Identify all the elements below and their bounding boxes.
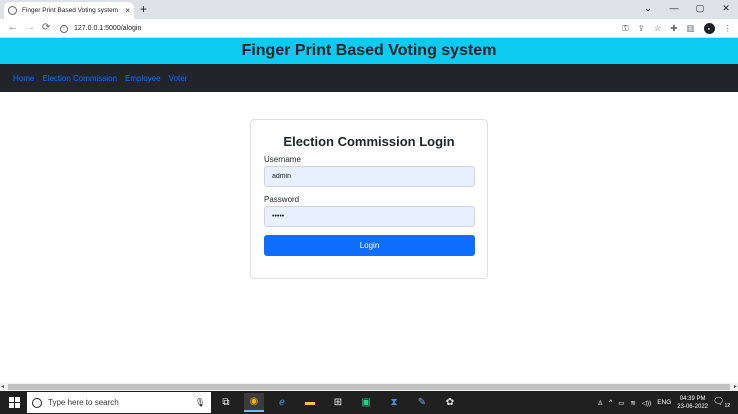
battery-icon[interactable]: ▭	[618, 399, 624, 407]
back-arrow-icon[interactable]: ←	[8, 21, 18, 35]
url-text[interactable]: 127.0.0.1:5000/alogin	[74, 25, 141, 32]
notepad-app-icon[interactable]: ✎	[412, 393, 432, 412]
notification-icon[interactable]: 🗨︎12	[713, 396, 730, 409]
username-field[interactable]	[264, 166, 475, 187]
tab-close-icon[interactable]: ×	[125, 6, 130, 15]
taskbar-search[interactable]: Type here to search 🎙︎	[27, 392, 211, 413]
nav-link-employee[interactable]: Employee	[125, 74, 161, 83]
taskbar-apps: ⧉ ◉ ℯ ▬ ⊞ ▣ ⧗ ✎ ✿	[216, 391, 460, 414]
search-icon	[32, 397, 42, 408]
vscode-app-icon[interactable]: ⧗	[384, 393, 404, 412]
menu-icon[interactable]: ⋮	[724, 21, 733, 35]
password-field[interactable]	[264, 206, 475, 227]
login-button[interactable]: Login	[264, 235, 475, 256]
horizontal-scrollbar[interactable]: ◂ ▸	[0, 383, 738, 391]
forward-arrow-icon[interactable]: →	[25, 21, 35, 35]
people-icon[interactable]: ♙	[597, 399, 603, 407]
browser-toolbar: ← → ⟳ i 127.0.0.1:5000/alogin ⚿ ⇪ ☆ ✚ ▥ …	[0, 19, 738, 38]
language-indicator[interactable]: ENG	[657, 399, 671, 406]
search-placeholder[interactable]: Type here to search	[48, 398, 195, 407]
site-info-icon[interactable]: i	[60, 24, 68, 33]
globe-icon	[8, 6, 17, 15]
nav-link-voter[interactable]: Voter	[169, 74, 188, 83]
browser-tab-strip: Finger Print Based Voting system × + ⌄ —…	[0, 0, 738, 19]
system-tray: ♙ ^ ▭ ≋ ◁)) ENG 04:39 PM 23-06-2022	[597, 391, 708, 414]
close-window-button[interactable]: ✕	[720, 1, 732, 16]
volume-icon[interactable]: ◁))	[642, 399, 651, 407]
toolbar-actions: ⚿ ⇪ ☆ ✚ ▥ ● ⋮	[622, 21, 732, 35]
task-view-icon[interactable]: ⧉	[216, 393, 236, 412]
tab-search-icon[interactable]: ⌄	[642, 1, 654, 16]
scroll-right-icon[interactable]: ▸	[734, 383, 737, 391]
page-title: Finger Print Based Voting system	[241, 42, 497, 59]
share-icon[interactable]: ⇪	[638, 21, 645, 35]
window-controls: ⌄ — ▢ ✕	[642, 1, 732, 16]
sidepanel-icon[interactable]: ▥	[686, 21, 694, 35]
clock-date: 23-06-2022	[677, 403, 708, 410]
edge-app-icon[interactable]: ℯ	[272, 393, 292, 412]
key-icon[interactable]: ⚿	[622, 21, 628, 35]
scroll-left-icon[interactable]: ◂	[1, 383, 4, 391]
login-heading: Election Commission Login	[283, 134, 455, 149]
address-bar[interactable]: i 127.0.0.1:5000/alogin	[60, 21, 660, 36]
clock[interactable]: 04:39 PM 23-06-2022	[677, 395, 708, 411]
maximize-button[interactable]: ▢	[694, 1, 706, 16]
extensions-icon[interactable]: ✚	[670, 21, 677, 35]
site-header: Finger Print Based Voting system	[0, 38, 738, 64]
star-icon[interactable]: ☆	[654, 21, 662, 35]
username-label: Username	[264, 155, 301, 164]
chrome-app-icon[interactable]: ◉	[244, 393, 264, 412]
minimize-button[interactable]: —	[668, 1, 680, 16]
chevron-up-icon[interactable]: ^	[609, 399, 612, 406]
new-tab-button[interactable]: +	[140, 2, 147, 16]
tab-title: Finger Print Based Voting system	[22, 7, 119, 14]
wifi-icon[interactable]: ≋	[630, 399, 635, 407]
nav-link-election-commission[interactable]: Election Commission	[42, 74, 117, 83]
site-navbar: Home Election Commission Employee Voter	[0, 64, 738, 92]
taskbar: Type here to search 🎙︎ ⧉ ◉ ℯ ▬ ⊞ ▣ ⧗ ✎ ✿…	[0, 391, 738, 414]
profile-icon[interactable]: ●	[703, 22, 715, 34]
paint-app-icon[interactable]: ✿	[440, 393, 460, 412]
store-app-icon[interactable]: ⊞	[328, 393, 348, 412]
login-card: Election Commission Login Username Passw…	[250, 119, 488, 279]
windows-start-icon[interactable]	[9, 397, 20, 408]
notification-count: 12	[724, 402, 730, 409]
scrollbar-thumb[interactable]	[8, 384, 730, 390]
nav-link-home[interactable]: Home	[13, 74, 34, 83]
file-explorer-icon[interactable]: ▬	[300, 393, 320, 412]
password-label: Password	[264, 195, 300, 204]
microphone-icon[interactable]: 🎙︎	[195, 398, 205, 407]
reload-icon[interactable]: ⟳	[42, 21, 50, 35]
browser-tab[interactable]: Finger Print Based Voting system ×	[4, 2, 134, 19]
clock-time: 04:39 PM	[679, 395, 706, 402]
pycharm-app-icon[interactable]: ▣	[356, 393, 376, 412]
